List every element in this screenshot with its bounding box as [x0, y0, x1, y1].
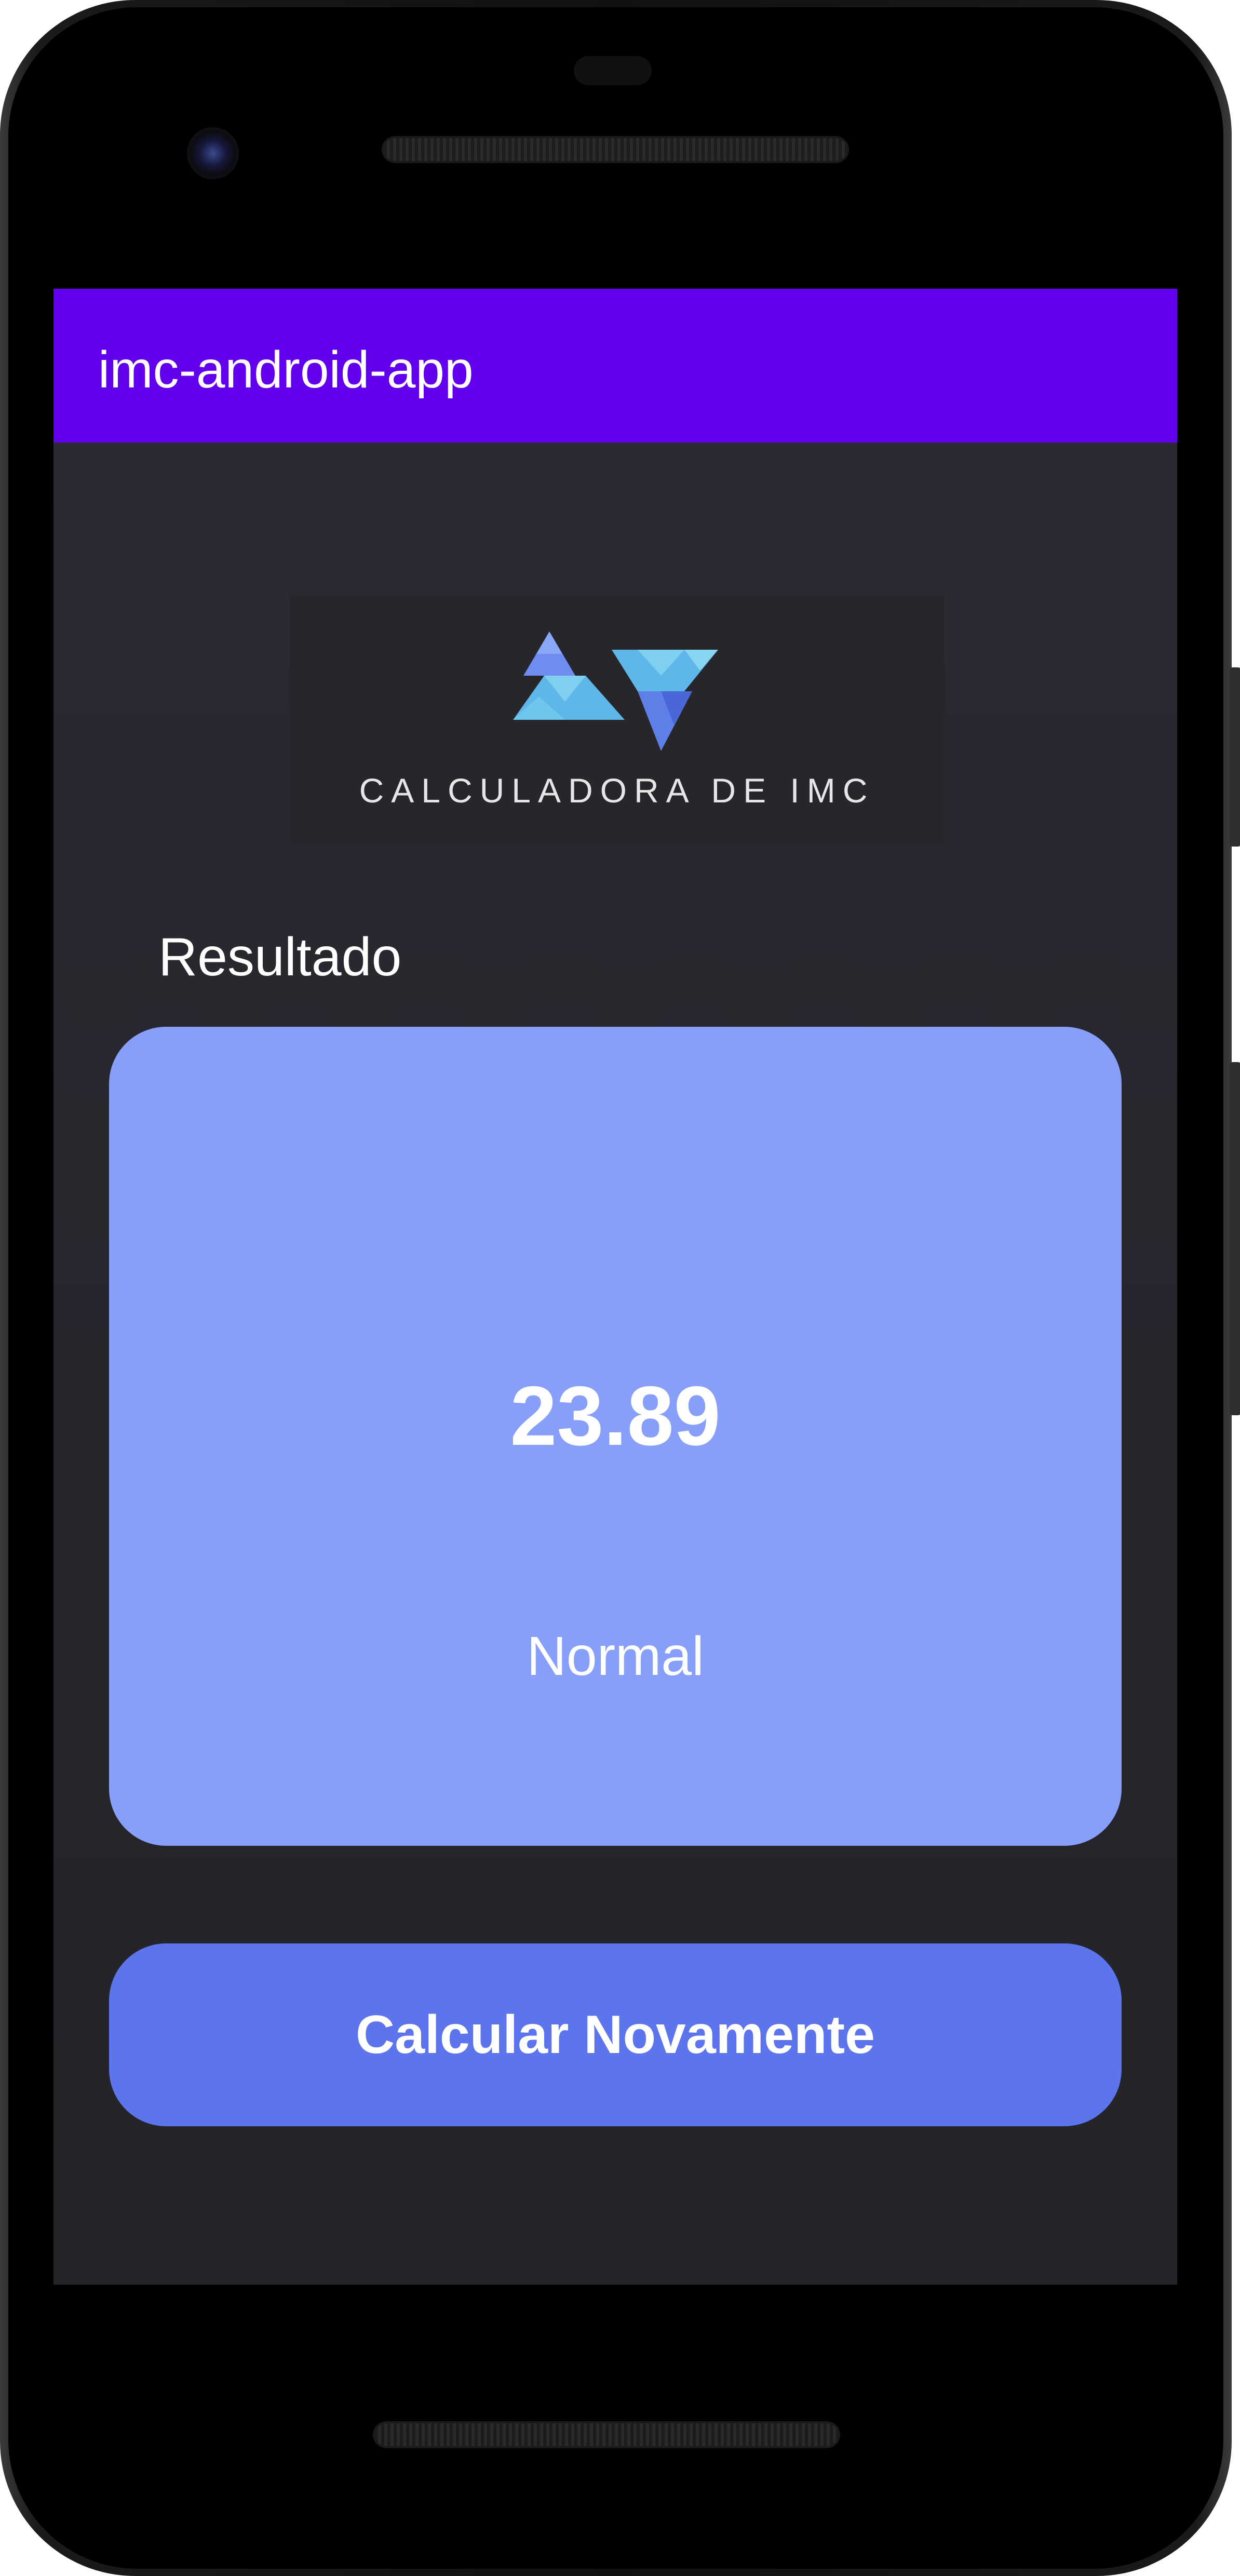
- power-button: [1230, 667, 1240, 847]
- bmi-value: 23.89: [510, 1369, 721, 1463]
- app-logo: CALCULADORA DE IMC: [290, 595, 944, 844]
- top-speaker-grille: [382, 136, 849, 163]
- bmi-category: Normal: [527, 1626, 704, 1687]
- earpiece: [574, 56, 652, 85]
- phone-frame: imc-android-app CALCULADORA DE IMC Resul…: [0, 0, 1240, 2576]
- result-card: 23.89 Normal: [109, 1027, 1122, 1846]
- app-screen: imc-android-app CALCULADORA DE IMC Resul…: [53, 289, 1177, 2285]
- app-bar: imc-android-app: [53, 289, 1177, 442]
- logo-text: CALCULADORA DE IMC: [359, 771, 875, 810]
- recalculate-button[interactable]: Calcular Novamente: [109, 1943, 1122, 2126]
- result-section-label: Resultado: [158, 927, 402, 987]
- triangles-logo-icon: [513, 632, 718, 751]
- front-camera-icon: [187, 127, 239, 179]
- volume-button: [1230, 1062, 1240, 1415]
- app-title: imc-android-app: [98, 341, 474, 399]
- bottom-speaker-grille: [373, 2421, 840, 2448]
